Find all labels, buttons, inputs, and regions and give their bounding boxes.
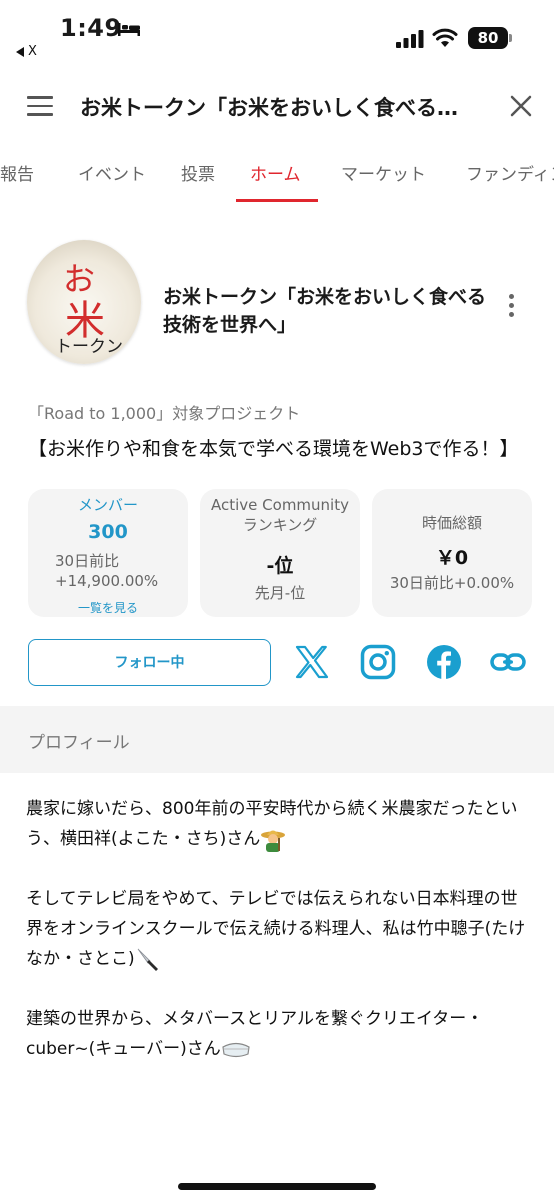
- profile-title: プロフィール: [28, 733, 130, 753]
- logo-token-text: トークン: [55, 337, 123, 357]
- battery-cap: [509, 34, 512, 42]
- status-bar: 1:49 X 80: [0, 0, 554, 70]
- knife-emoji-icon: [137, 948, 158, 971]
- goggles-emoji-icon: [222, 1042, 250, 1058]
- market-cap-value: ￥0: [435, 547, 469, 569]
- ranking-label-1: Active Community: [211, 496, 349, 514]
- market-cap-label: 時価総額: [421, 514, 482, 532]
- back-triangle-icon: [16, 46, 24, 57]
- menu-icon[interactable]: [27, 96, 53, 116]
- tab-home[interactable]: ホーム: [250, 160, 301, 185]
- members-change-label: 30日前比: [55, 552, 120, 570]
- tab-events[interactable]: イベント: [78, 160, 146, 185]
- ranking-value: -位: [266, 555, 294, 577]
- profile-body: 農家に嫁いだら、800年前の平安時代から続く米農家だったという、横田祥(よこた・…: [26, 794, 531, 1094]
- bed-icon: [118, 23, 140, 36]
- members-change: 30日前比 +14,900.00%: [55, 551, 188, 591]
- campaign-label: 「Road to 1,000」対象プロジェクト: [28, 404, 301, 423]
- link-icon[interactable]: [490, 644, 526, 680]
- page-title: お米トークン「お米をおいしく食べる…: [80, 96, 458, 120]
- project-tagline: 【お米作りや和食を本気で学べる環境をWeb3で作る！】: [28, 438, 519, 460]
- instagram-icon[interactable]: [360, 644, 396, 680]
- ranking-stat-card: Active Community ランキング -位 先月-位: [200, 489, 360, 617]
- members-change-value: +14,900.00%: [55, 572, 159, 590]
- ranking-label-2: ランキング: [242, 516, 318, 534]
- view-members-link[interactable]: 一覧を見る: [28, 599, 188, 616]
- tab-votes[interactable]: 投票: [181, 160, 215, 185]
- x-logo-icon[interactable]: [294, 644, 330, 680]
- tab-bar: 活動報告 イベント 投票 ホーム マーケット ファンディング: [0, 150, 554, 204]
- back-to-app-button[interactable]: X: [16, 44, 37, 59]
- members-count: 300: [88, 521, 128, 543]
- wifi-icon: [432, 28, 458, 47]
- facebook-icon[interactable]: [426, 644, 462, 680]
- signal-icon: [396, 30, 424, 48]
- profile-paragraph: 建築の世界から、メタバースとリアルを繋ぐクリエイター・cuber~(キューバー)…: [26, 1004, 531, 1064]
- app-header: お米トークン「お米をおいしく食べる…: [0, 76, 554, 138]
- members-stat-card: メンバー 300 30日前比 +14,900.00% 一覧を見る: [28, 489, 188, 617]
- profile-paragraph: そしてテレビ局をやめて、テレビでは伝えられない日本料理の世界をオンラインスクール…: [26, 884, 531, 974]
- project-name: お米トークン「お米をおいしく食べる技術を世界へ」: [163, 286, 487, 336]
- kebab-icon[interactable]: [505, 294, 517, 324]
- tab-funding[interactable]: ファンディング: [466, 160, 554, 185]
- ranking-prev: 先月-位: [254, 584, 306, 602]
- farmer-emoji-icon: [261, 830, 286, 852]
- battery-indicator: 80: [468, 27, 508, 49]
- tab-market[interactable]: マーケット: [341, 160, 426, 185]
- close-icon[interactable]: [508, 93, 534, 119]
- market-cap-stat-card: 時価総額 ￥0 30日前比+0.00%: [372, 489, 532, 617]
- active-tab-indicator: [236, 199, 318, 202]
- project-logo: お 米 トークン: [27, 240, 141, 364]
- members-label: メンバー: [77, 496, 138, 514]
- profile-paragraph: 農家に嫁いだら、800年前の平安時代から続く米農家だったという、横田祥(よこた・…: [26, 794, 531, 854]
- tab-activity-report[interactable]: 活動報告: [0, 160, 34, 185]
- home-indicator[interactable]: [178, 1183, 376, 1190]
- market-cap-change: 30日前比+0.00%: [389, 574, 515, 592]
- status-time: 1:49: [60, 14, 122, 42]
- follow-button[interactable]: フォロー中: [28, 639, 271, 686]
- profile-paragraph-3: 建築の世界から、メタバースとリアルを繋ぐクリエイター・cuber~(キューバー)…: [26, 1009, 484, 1059]
- back-app-label: X: [28, 44, 37, 59]
- profile-paragraph-2: そしてテレビ局をやめて、テレビでは伝えられない日本料理の世界をオンラインスクール…: [26, 889, 526, 969]
- profile-section-header: プロフィール: [0, 706, 554, 773]
